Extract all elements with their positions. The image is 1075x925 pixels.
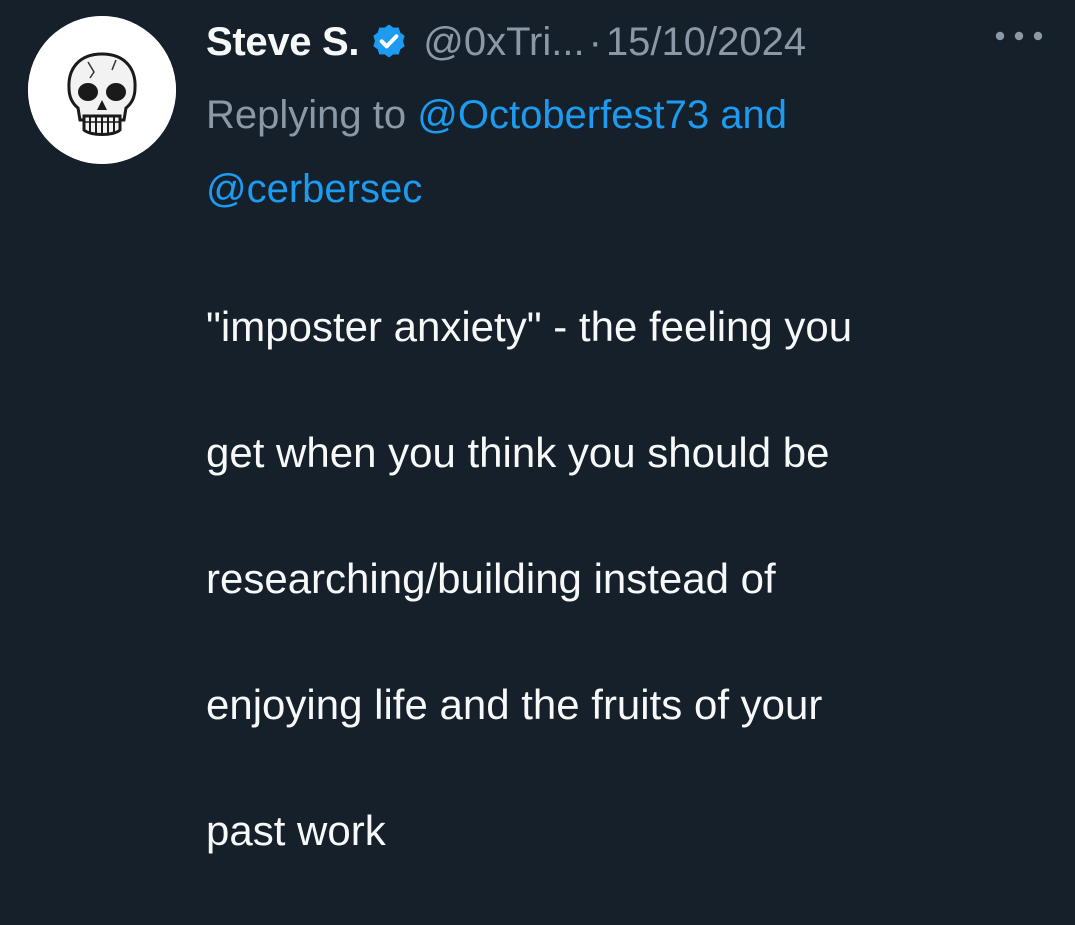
avatar[interactable] [28, 16, 176, 164]
tweet-text-line: researching/building instead of [206, 555, 776, 602]
skull-avatar-icon [28, 16, 176, 164]
separator-dot: · [588, 19, 602, 64]
reply-mention-cerbersec[interactable]: @cerbersec [206, 167, 422, 211]
verified-badge-icon[interactable] [369, 22, 409, 62]
more-options-button[interactable] [994, 10, 1044, 52]
reply-mention-octoberfest73[interactable]: @Octoberfest73 [417, 93, 709, 137]
tweet-date[interactable]: 15/10/2024 [606, 20, 806, 65]
tweet[interactable]: Steve S. @0xTri... · 15/10/2024 Replying… [0, 0, 1075, 854]
more-horizontal-icon [995, 31, 1043, 41]
tweet-text-line: "imposter anxiety" - the feeling you [206, 303, 853, 350]
reply-and[interactable]: and [709, 93, 787, 137]
tweet-text: "imposter anxiety" - the feeling you get… [206, 232, 1046, 925]
replying-to: Replying to @Octoberfest73 and @cerberse… [206, 78, 1046, 226]
tweet-header: Steve S. @0xTri... · 15/10/2024 [206, 14, 1056, 70]
display-name[interactable]: Steve S. [206, 20, 360, 65]
tweet-text-line: past work [206, 807, 386, 854]
user-handle[interactable]: @0xTri... [423, 20, 584, 65]
tweet-text-line: get when you think you should be [206, 429, 830, 476]
tweet-text-line: enjoying life and the fruits of your [206, 681, 823, 728]
reply-prefix: Replying to [206, 93, 418, 137]
